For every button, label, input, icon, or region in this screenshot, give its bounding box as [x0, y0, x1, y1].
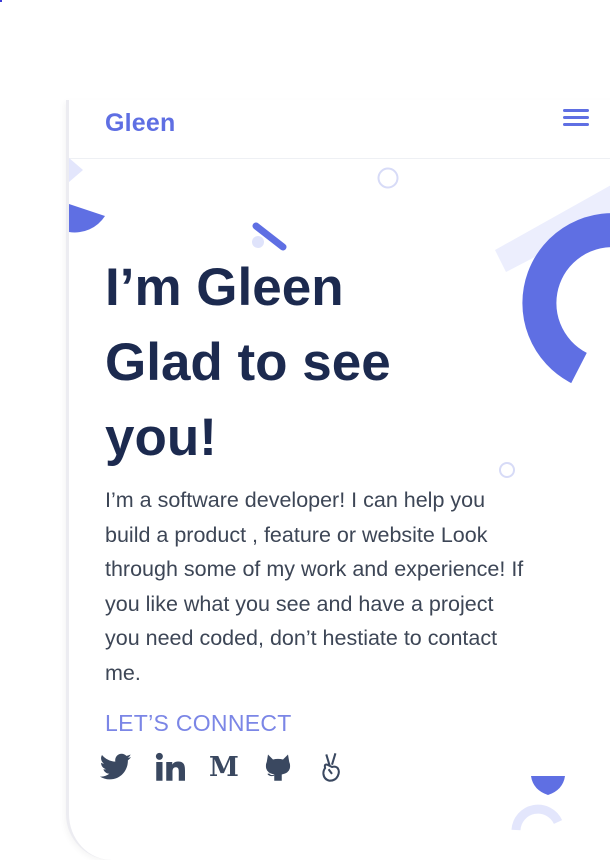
page-card: Gleen I’m Gleen Glad to see you! I’m a s… [66, 100, 610, 860]
hero-title-line-3: you! [105, 408, 217, 467]
hero-title: I’m Gleen Glad to see you! [105, 250, 525, 475]
lets-connect-link[interactable]: LET’S CONNECT [105, 710, 292, 737]
hero-title-line-1: I’m Gleen [105, 258, 344, 317]
twitter-icon[interactable] [99, 748, 133, 786]
medium-icon[interactable]: M [207, 748, 241, 786]
hero-title-line-2: Glad to see [105, 333, 391, 392]
linkedin-icon[interactable] [153, 748, 187, 786]
hero-description: I’m a software developer! I can help you… [105, 488, 524, 685]
github-icon[interactable] [261, 748, 295, 786]
corner-dot [0, 0, 2, 2]
angellist-icon[interactable] [315, 748, 349, 786]
hero-section: I’m Gleen Glad to see you! I’m a softwar… [105, 250, 525, 690]
social-links: M [99, 748, 349, 786]
svg-text:M: M [209, 753, 239, 781]
